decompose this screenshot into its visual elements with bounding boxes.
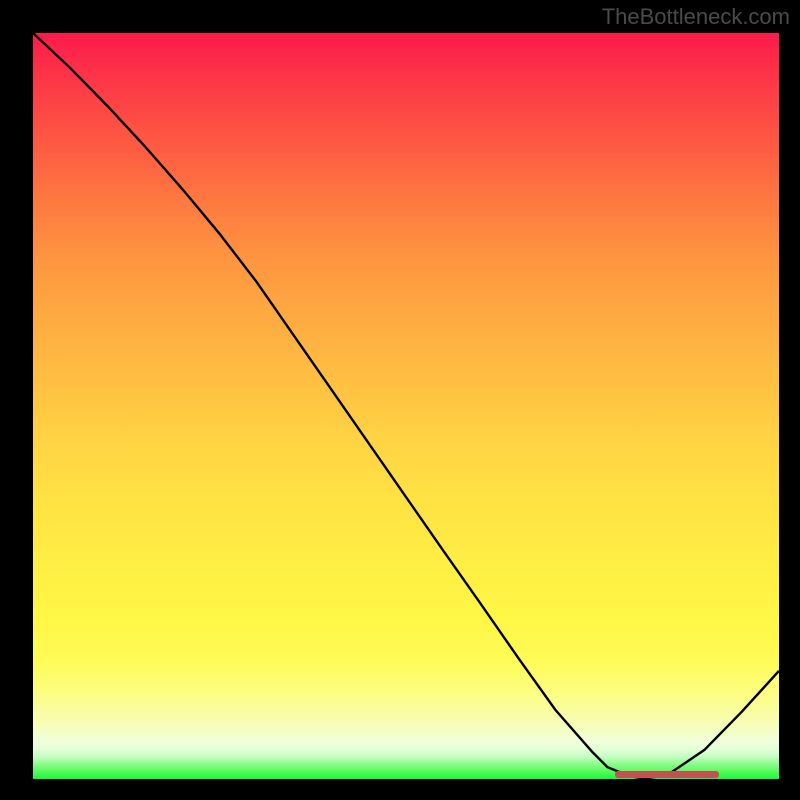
chart-container: TheBottleneck.com: [0, 0, 800, 800]
plot-area: [33, 33, 779, 779]
bottleneck-curve-path: [33, 33, 779, 778]
optimal-range-marker: [615, 771, 719, 778]
attribution-text: TheBottleneck.com: [602, 4, 790, 30]
curve-svg: [33, 33, 779, 779]
